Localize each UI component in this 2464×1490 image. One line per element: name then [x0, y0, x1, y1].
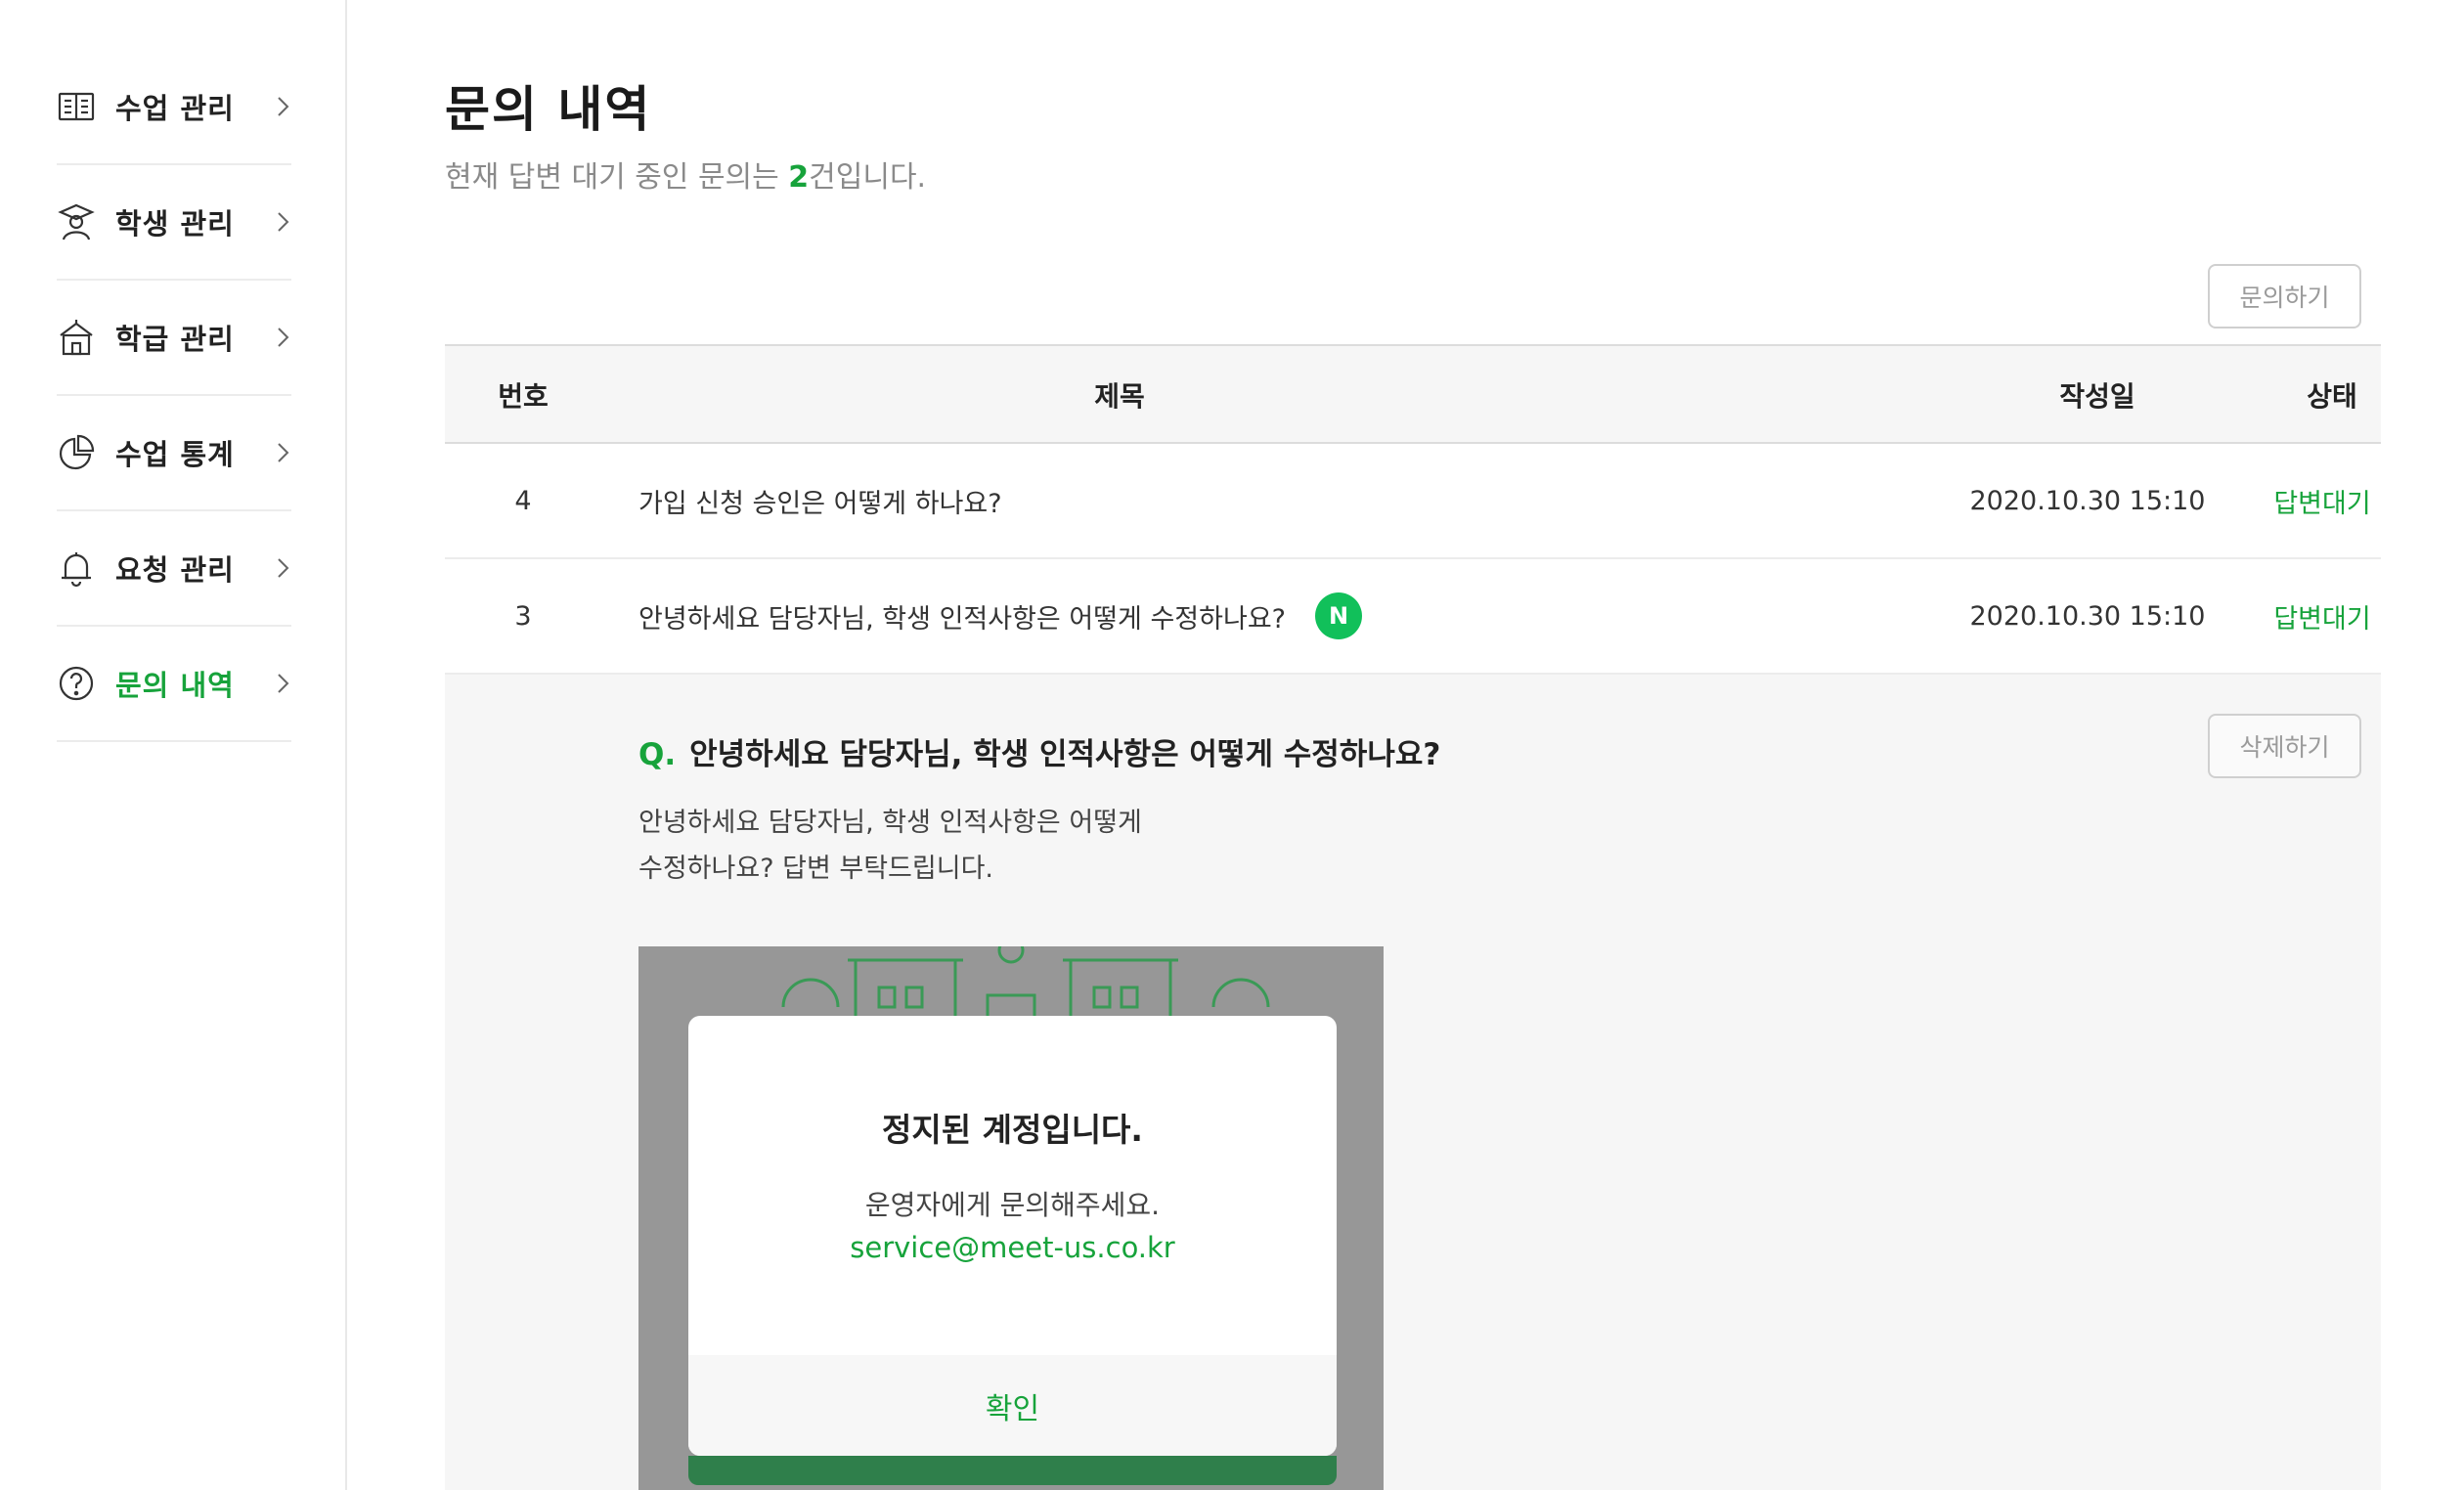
- row-title[interactable]: 가입 신청 승인은 어떻게 하나요?: [638, 444, 1002, 557]
- row-title-wrap[interactable]: 안녕하세요 담당자님, 학생 인적사항은 어떻게 수정하나요? N: [638, 559, 1362, 673]
- sidebar-item-label: 요청 관리: [115, 553, 235, 587]
- table-row[interactable]: 3 안녕하세요 담당자님, 학생 인적사항은 어떻게 수정하나요? N 2020…: [445, 559, 2381, 675]
- chevron-right-icon: [278, 443, 289, 462]
- attached-screenshot[interactable]: 정지된 계정입니다. 운영자에게 문의해주세요. service@meet-us…: [638, 946, 1384, 1490]
- question-title: Q. 안녕하세요 담당자님, 학생 인적사항은 어떻게 수정하나요?: [638, 729, 1440, 773]
- delete-button[interactable]: 삭제하기: [2208, 714, 2361, 778]
- chevron-right-icon: [278, 97, 289, 116]
- question-icon: [57, 664, 96, 703]
- dialog-email: service@meet-us.co.kr: [850, 1231, 1175, 1264]
- sidebar-item-student-management[interactable]: 학생 관리: [57, 165, 291, 281]
- chevron-right-icon: [278, 674, 289, 693]
- question-body-line: 수정하나요? 답변 부탁드립니다.: [638, 854, 993, 884]
- dialog-message: 운영자에게 문의해주세요.: [864, 1189, 1161, 1221]
- pending-summary-suffix: 건입니다.: [809, 160, 927, 195]
- pending-summary: 현재 답변 대기 중인 문의는 2건입니다.: [445, 153, 926, 196]
- pending-summary-prefix: 현재 답변 대기 중인 문의는: [445, 160, 789, 195]
- sidebar-item-label: 문의 내역: [115, 669, 235, 702]
- row-status: 답변대기: [2273, 603, 2371, 635]
- sidebar-item-label: 수업 통계: [115, 438, 235, 471]
- header-status: 상태: [2307, 380, 2357, 413]
- row-date: 2020.10.30 15:10: [1969, 600, 2206, 632]
- sidebar-item-inquiries[interactable]: 문의 내역: [57, 627, 291, 742]
- table-row[interactable]: 4 가입 신청 승인은 어떻게 하나요? 2020.10.30 15:10 답변…: [445, 444, 2381, 559]
- question-body-line: 안녕하세요 담당자님, 학생 인적사항은 어떻게: [638, 808, 1142, 838]
- page-title: 문의 내역: [445, 81, 652, 138]
- sidebar-item-label: 학생 관리: [115, 207, 235, 241]
- sidebar: 수업 관리 학생 관리 학급 관리 수업 통계 요청 관리 문의 내역: [0, 0, 347, 1490]
- header-number: 번호: [498, 380, 549, 413]
- question-body: 안녕하세요 담당자님, 학생 인적사항은 어떻게 수정하나요? 답변 부탁드립니…: [638, 800, 1142, 892]
- book-icon: [57, 87, 96, 126]
- inquire-button[interactable]: 문의하기: [2208, 264, 2361, 329]
- student-icon: [57, 202, 96, 241]
- sidebar-nav: 수업 관리 학생 관리 학급 관리 수업 통계 요청 관리 문의 내역: [57, 50, 291, 742]
- sidebar-item-request-management[interactable]: 요청 관리: [57, 511, 291, 627]
- chevron-right-icon: [278, 328, 289, 347]
- row-date: 2020.10.30 15:10: [1969, 485, 2206, 516]
- school-icon: [57, 318, 96, 357]
- header-date: 작성일: [2059, 380, 2135, 413]
- inquiry-table: 번호 제목 작성일 상태 4 가입 신청 승인은 어떻게 하나요? 2020.1…: [445, 344, 2381, 675]
- sidebar-item-label: 수업 관리: [115, 92, 235, 125]
- sidebar-item-label: 학급 관리: [115, 323, 235, 356]
- row-number: 4: [514, 485, 532, 516]
- row-status: 답변대기: [2273, 488, 2371, 519]
- chevron-right-icon: [278, 558, 289, 578]
- question-title-text: 안녕하세요 담당자님, 학생 인적사항은 어떻게 수정하나요?: [689, 737, 1441, 772]
- row-title: 안녕하세요 담당자님, 학생 인적사항은 어떻게 수정하나요?: [638, 603, 1286, 635]
- sidebar-item-classroom-management[interactable]: 학급 관리: [57, 281, 291, 396]
- bell-icon: [57, 548, 96, 588]
- suspended-account-dialog: 정지된 계정입니다. 운영자에게 문의해주세요. service@meet-us…: [688, 1016, 1337, 1456]
- green-bar: [688, 1456, 1337, 1485]
- sidebar-item-class-management[interactable]: 수업 관리: [57, 50, 291, 165]
- pie-chart-icon: [57, 433, 96, 472]
- table-header: 번호 제목 작성일 상태: [445, 344, 2381, 444]
- sidebar-item-class-statistics[interactable]: 수업 통계: [57, 396, 291, 511]
- dialog-title: 정지된 계정입니다.: [882, 1111, 1143, 1149]
- pending-count: 2: [788, 160, 810, 195]
- chevron-right-icon: [278, 212, 289, 232]
- q-marker: Q.: [638, 737, 677, 772]
- inquiry-detail: Q. 안녕하세요 담당자님, 학생 인적사항은 어떻게 수정하나요? 삭제하기 안…: [445, 675, 2381, 1490]
- row-number: 3: [514, 600, 532, 632]
- new-badge: N: [1315, 592, 1362, 639]
- dialog-confirm-button: 확인: [688, 1355, 1337, 1456]
- header-title: 제목: [1094, 380, 1145, 413]
